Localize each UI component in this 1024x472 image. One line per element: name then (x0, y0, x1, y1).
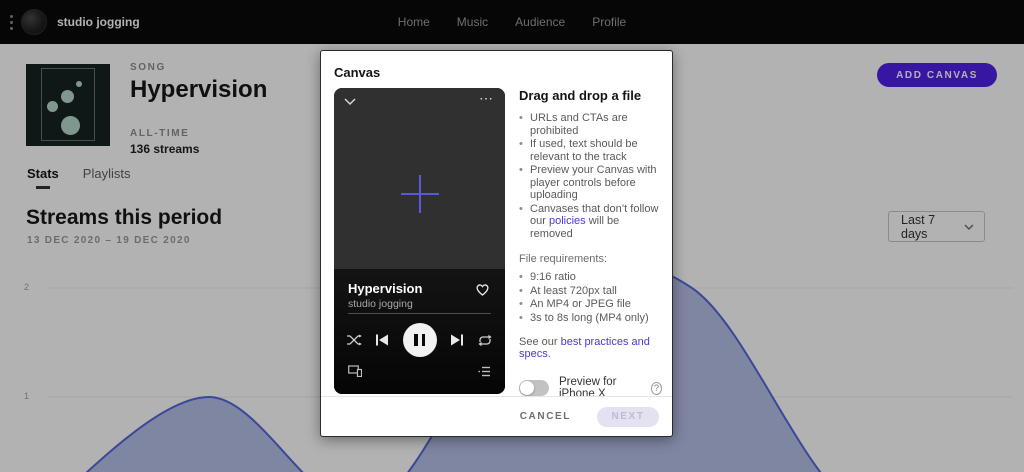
player-controls (346, 323, 493, 357)
progress-bar[interactable] (348, 313, 491, 314)
rule-item: If used, text should be relevant to the … (519, 138, 662, 163)
canvas-modal: Canvas ⋯ Hypervision studio jogging (320, 50, 673, 437)
pause-button[interactable] (403, 323, 437, 357)
next-track-icon[interactable] (450, 333, 464, 347)
requirement-item: At least 720px tall (519, 285, 662, 298)
player-track-title: Hypervision (348, 281, 422, 296)
upload-instructions: Drag and drop a file URLs and CTAs are p… (519, 88, 662, 400)
rule-item: Preview your Canvas with player controls… (519, 164, 662, 202)
iphone-preview-toggle[interactable] (519, 380, 549, 396)
rule-item: URLs and CTAs are prohibited (519, 112, 662, 137)
page: studio jogging Home Music Audience Profi… (0, 0, 1024, 472)
devices-icon[interactable] (348, 365, 362, 377)
player-bottom-row (348, 365, 491, 377)
policies-link[interactable]: policies (549, 215, 586, 227)
player-artist: studio jogging (348, 298, 422, 310)
shuffle-icon[interactable] (346, 334, 362, 346)
drop-heading: Drag and drop a file (519, 88, 662, 103)
more-options-icon[interactable]: ⋯ (479, 90, 494, 107)
player-preview: Hypervision studio jogging (334, 269, 505, 394)
canvas-preview-phone: ⋯ Hypervision studio jogging (334, 88, 505, 394)
previous-track-icon[interactable] (375, 333, 389, 347)
queue-icon[interactable] (478, 366, 491, 377)
heart-icon[interactable] (474, 281, 491, 297)
file-requirements-list: 9:16 ratio At least 720px tall An MP4 or… (519, 271, 662, 324)
canvas-rules-list: URLs and CTAs are prohibited If used, te… (519, 112, 662, 240)
rule-item: Canvases that don’t follow our policies … (519, 203, 662, 241)
requirement-item: 3s to 8s long (MP4 only) (519, 312, 662, 325)
requirement-item: 9:16 ratio (519, 271, 662, 284)
collapse-chevron-icon[interactable] (344, 98, 356, 105)
add-canvas-plus-icon[interactable] (399, 173, 441, 215)
help-icon[interactable]: ? (651, 382, 662, 395)
cancel-button[interactable]: CANCEL (520, 411, 571, 422)
modal-title: Canvas (334, 65, 672, 80)
file-requirements-label: File requirements: (519, 253, 662, 265)
best-practices-line: See our best practices and specs. (519, 336, 662, 360)
repeat-icon[interactable] (477, 334, 493, 347)
requirement-item: An MP4 or JPEG file (519, 298, 662, 311)
next-button[interactable]: NEXT (597, 407, 659, 427)
canvas-drop-area[interactable]: ⋯ (334, 88, 505, 269)
modal-footer: CANCEL NEXT (321, 396, 672, 436)
